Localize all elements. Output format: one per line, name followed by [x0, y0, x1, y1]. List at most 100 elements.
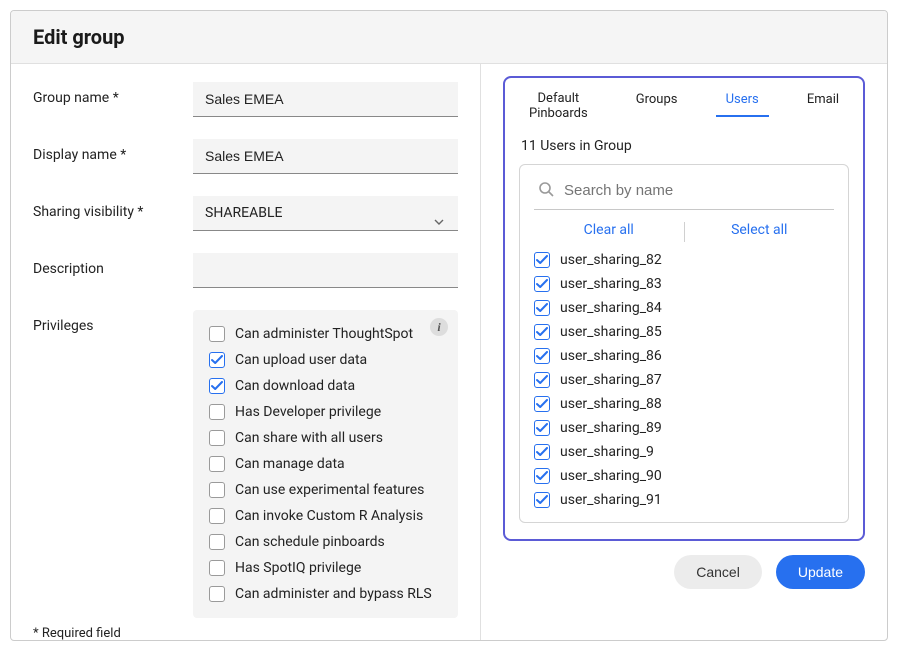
checkbox[interactable]: [534, 252, 550, 268]
modal-body: Group name * Display name * Sharing visi…: [11, 64, 887, 640]
modal-title: Edit group: [33, 25, 865, 49]
description-input[interactable]: [193, 253, 458, 288]
user-row[interactable]: user_sharing_82: [534, 252, 834, 268]
update-button[interactable]: Update: [776, 555, 865, 589]
control-sharing-visibility: SHAREABLE: [193, 196, 458, 231]
row-sharing-visibility: Sharing visibility * SHAREABLE: [33, 196, 458, 231]
tab-groups[interactable]: Groups: [626, 86, 688, 115]
row-privileges: Privileges i Can administer ThoughtSpotC…: [33, 310, 458, 618]
privilege-label: Can download data: [235, 378, 355, 394]
privilege-label: Can schedule pinboards: [235, 534, 385, 550]
user-row[interactable]: user_sharing_83: [534, 276, 834, 292]
group-name-input[interactable]: [193, 82, 458, 117]
control-group-name: [193, 82, 458, 117]
display-name-input[interactable]: [193, 139, 458, 174]
user-row[interactable]: user_sharing_89: [534, 420, 834, 436]
checkbox[interactable]: [209, 534, 225, 550]
user-row[interactable]: user_sharing_90: [534, 468, 834, 484]
tab-users[interactable]: Users: [716, 86, 769, 117]
privilege-row[interactable]: Can administer and bypass RLS: [209, 586, 442, 602]
label-description: Description: [33, 253, 193, 277]
select-all-button[interactable]: Select all: [685, 222, 835, 242]
privilege-label: Can upload user data: [235, 352, 367, 368]
privilege-label: Can invoke Custom R Analysis: [235, 508, 423, 524]
user-name: user_sharing_88: [560, 396, 662, 412]
user-row[interactable]: user_sharing_91: [534, 492, 834, 508]
search-icon: [538, 181, 554, 201]
checkbox[interactable]: [209, 430, 225, 446]
privilege-row[interactable]: Can share with all users: [209, 430, 442, 446]
privilege-label: Has Developer privilege: [235, 404, 381, 420]
privilege-row[interactable]: Can schedule pinboards: [209, 534, 442, 550]
user-row[interactable]: user_sharing_85: [534, 324, 834, 340]
user-name: user_sharing_87: [560, 372, 662, 388]
checkbox[interactable]: [534, 468, 550, 484]
user-row[interactable]: user_sharing_87: [534, 372, 834, 388]
privilege-row[interactable]: Has Developer privilege: [209, 404, 442, 420]
required-field-note: * Required field: [33, 618, 458, 641]
privilege-row[interactable]: Can manage data: [209, 456, 442, 472]
user-list: user_sharing_82 user_sharing_83 user_shari…: [534, 252, 834, 508]
checkbox[interactable]: [534, 276, 550, 292]
privilege-row[interactable]: Can download data: [209, 378, 442, 394]
checkbox[interactable]: [534, 396, 550, 412]
checkbox[interactable]: [534, 372, 550, 388]
user-row[interactable]: user_sharing_9: [534, 444, 834, 460]
checkbox[interactable]: [534, 492, 550, 508]
edit-group-modal: Edit group Group name * Display name * S…: [10, 10, 888, 641]
privilege-row[interactable]: Can upload user data: [209, 352, 442, 368]
label-group-name: Group name *: [33, 82, 193, 106]
privileges-list: Can administer ThoughtSpot Can upload use…: [209, 326, 442, 602]
privilege-label: Has SpotIQ privilege: [235, 560, 361, 576]
user-name: user_sharing_84: [560, 300, 662, 316]
checkbox[interactable]: [534, 444, 550, 460]
user-row[interactable]: user_sharing_88: [534, 396, 834, 412]
checkbox[interactable]: [534, 300, 550, 316]
privilege-row[interactable]: Can use experimental features: [209, 482, 442, 498]
checkbox[interactable]: [534, 324, 550, 340]
info-icon[interactable]: i: [430, 318, 448, 336]
label-privileges: Privileges: [33, 310, 193, 334]
checkbox[interactable]: [209, 378, 225, 394]
privileges-box: i Can administer ThoughtSpot Can upload u…: [193, 310, 458, 618]
privilege-row[interactable]: Can invoke Custom R Analysis: [209, 508, 442, 524]
privilege-row[interactable]: Has SpotIQ privilege: [209, 560, 442, 576]
checkbox[interactable]: [209, 482, 225, 498]
checkbox[interactable]: [209, 352, 225, 368]
tab-email[interactable]: Email: [797, 86, 849, 115]
checkbox[interactable]: [209, 560, 225, 576]
privilege-label: Can use experimental features: [235, 482, 424, 498]
checkbox[interactable]: [534, 348, 550, 364]
user-name: user_sharing_90: [560, 468, 662, 484]
search-input[interactable]: [564, 182, 830, 199]
user-row[interactable]: user_sharing_86: [534, 348, 834, 364]
sharing-visibility-select[interactable]: SHAREABLE: [193, 196, 458, 231]
user-name: user_sharing_82: [560, 252, 662, 268]
clear-all-button[interactable]: Clear all: [534, 222, 684, 242]
user-name: user_sharing_89: [560, 420, 662, 436]
user-name: user_sharing_91: [560, 492, 662, 508]
control-privileges: i Can administer ThoughtSpot Can upload u…: [193, 310, 458, 618]
user-name: user_sharing_83: [560, 276, 662, 292]
search-row: [534, 177, 834, 210]
user-panel: Clear all Select all user_sharing_82user…: [519, 164, 849, 523]
checkbox[interactable]: [209, 456, 225, 472]
checkbox[interactable]: [209, 508, 225, 524]
privilege-row[interactable]: Can administer ThoughtSpot: [209, 326, 442, 342]
label-display-name: Display name *: [33, 139, 193, 163]
modal-footer: Cancel Update: [503, 555, 865, 589]
tabs-panel: Default Pinboards Groups Users Email 11 Use…: [503, 76, 865, 541]
users-count: 11 Users in Group: [521, 138, 849, 154]
row-group-name: Group name *: [33, 82, 458, 117]
privilege-label: Can administer ThoughtSpot: [235, 326, 413, 342]
tab-default-pinboards[interactable]: Default Pinboards: [519, 86, 598, 130]
user-row[interactable]: user_sharing_84: [534, 300, 834, 316]
checkbox[interactable]: [534, 420, 550, 436]
control-description: [193, 253, 458, 288]
user-name: user_sharing_86: [560, 348, 662, 364]
cancel-button[interactable]: Cancel: [674, 555, 762, 589]
privilege-label: Can manage data: [235, 456, 345, 472]
checkbox[interactable]: [209, 586, 225, 602]
checkbox[interactable]: [209, 404, 225, 420]
checkbox[interactable]: [209, 326, 225, 342]
